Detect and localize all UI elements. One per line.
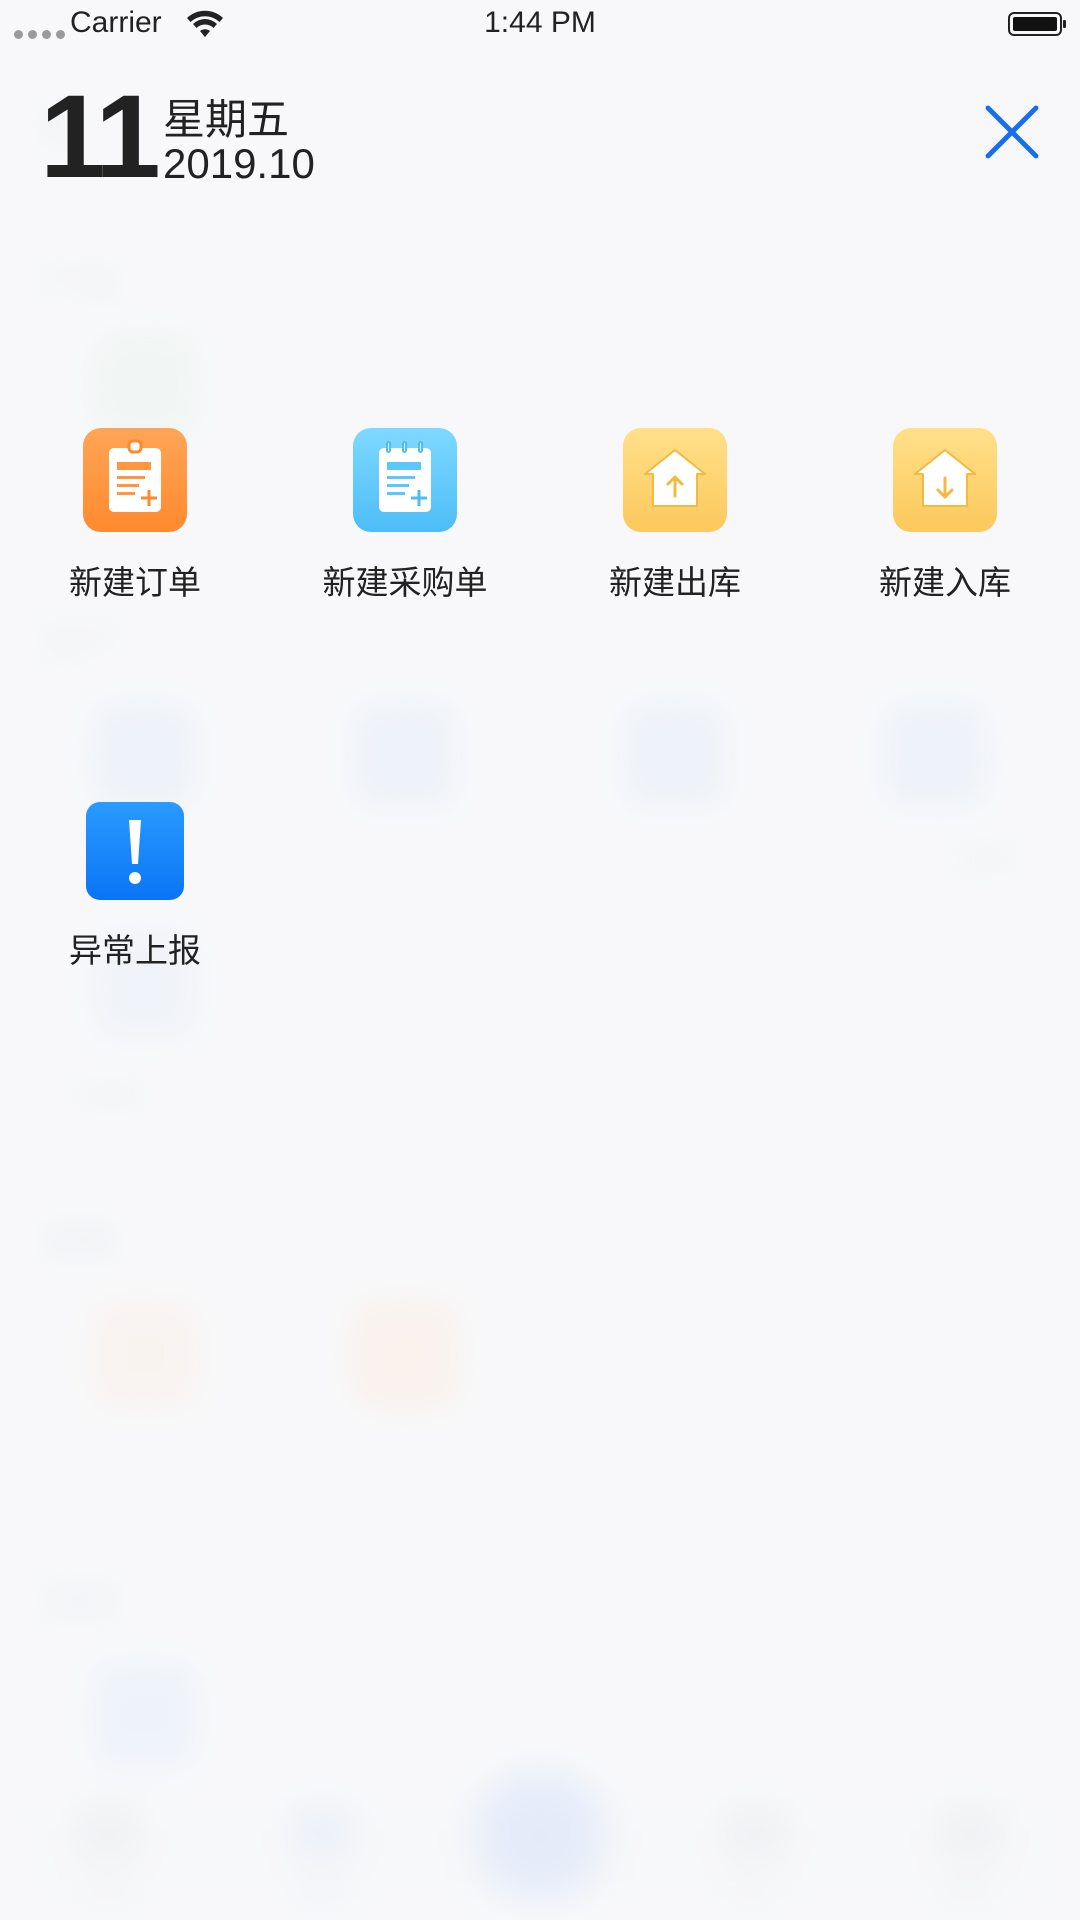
date-weekday: 星期五: [163, 95, 290, 144]
new-purchase-label: 新建采购单: [322, 563, 488, 602]
new-order-button[interactable]: 新建订单: [20, 428, 250, 604]
exception-report-button[interactable]: 异常上报: [20, 802, 250, 972]
close-icon: [985, 105, 1039, 159]
new-purchase-icon: [353, 428, 457, 532]
exception-report-icon: [86, 802, 184, 900]
status-bar: Carrier 1:44 PM: [0, 0, 1080, 52]
inbound-icon: [893, 428, 997, 532]
outbound-icon: [623, 428, 727, 532]
new-inbound-button[interactable]: 新建入库: [830, 428, 1060, 604]
date-year-month: 2019.10: [163, 140, 315, 187]
new-outbound-label: 新建出库: [609, 563, 741, 602]
new-order-icon: [83, 428, 187, 532]
date-day: 11: [40, 71, 161, 203]
new-order-label: 新建订单: [69, 563, 201, 602]
new-outbound-button[interactable]: 新建出库: [560, 428, 790, 604]
close-button[interactable]: [980, 100, 1044, 164]
new-purchase-button[interactable]: 新建采购单: [290, 428, 520, 604]
status-time: 1:44 PM: [484, 6, 596, 39]
battery-icon: [1008, 12, 1066, 36]
exception-report-label: 异常上报: [69, 931, 201, 970]
new-inbound-label: 新建入库: [879, 563, 1011, 602]
